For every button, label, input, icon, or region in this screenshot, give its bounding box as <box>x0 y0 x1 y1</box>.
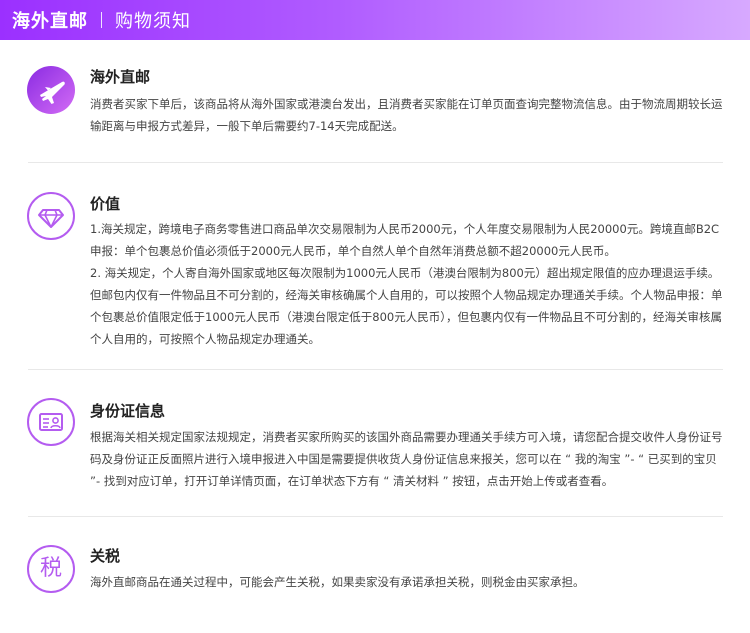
tax-icon-glyph: 税 <box>39 556 62 581</box>
airplane-icon <box>27 66 75 114</box>
section-paragraph: 消费者买家下单后，该商品将从海外国家或港澳台发出，且消费者买家能在订单页面查询完… <box>90 97 723 133</box>
section-title: 价值 <box>90 195 121 213</box>
divider <box>28 369 723 370</box>
section-title: 海外直邮 <box>90 68 151 86</box>
section-body: 根据海关相关规定国家法规规定，消费者买家所购买的该国外商品需要办理通关手续方可入… <box>90 426 726 492</box>
divider <box>28 516 723 517</box>
divider <box>28 162 723 163</box>
header-separator <box>101 12 102 28</box>
section-title: 身份证信息 <box>90 402 166 420</box>
id-card-icon <box>27 398 75 446</box>
header-banner: 海外直邮 购物须知 <box>0 0 750 40</box>
section-title: 关税 <box>90 547 121 565</box>
header-subtitle: 购物须知 <box>115 11 191 32</box>
section-paragraph: 海外直邮商品在通关过程中，可能会产生关税，如果卖家没有承诺承担关税，则税金由买家… <box>90 575 585 589</box>
section-body: 1.海关规定，跨境电子商务零售进口商品单次交易限制为人民币2000元，个人年度交… <box>90 218 726 350</box>
section-paragraph: 1.海关规定，跨境电子商务零售进口商品单次交易限制为人民币2000元，个人年度交… <box>90 222 720 258</box>
section-body: 海外直邮商品在通关过程中，可能会产生关税，如果卖家没有承诺承担关税，则税金由买家… <box>90 571 726 593</box>
section-paragraph: 2. 海关规定，个人寄自海外国家或地区每次限制为1000元人民币（港澳台限制为8… <box>90 266 723 346</box>
header-title: 海外直邮 <box>12 11 88 32</box>
diamond-icon <box>27 192 75 240</box>
section-body: 消费者买家下单后，该商品将从海外国家或港澳台发出，且消费者买家能在订单页面查询完… <box>90 93 726 137</box>
section-paragraph: 根据海关相关规定国家法规规定，消费者买家所购买的该国外商品需要办理通关手续方可入… <box>90 430 723 488</box>
tax-icon: 税 <box>27 545 75 593</box>
